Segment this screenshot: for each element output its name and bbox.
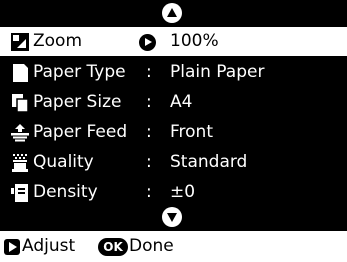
paper-size-icon bbox=[12, 94, 29, 112]
done-hint-label: Done bbox=[129, 236, 174, 256]
button-guide-bar: Adjust OK Done bbox=[0, 231, 347, 262]
menu-item-value: 100% bbox=[170, 31, 219, 51]
paper-feed-icon bbox=[11, 124, 29, 142]
menu-item-value: Standard bbox=[170, 152, 248, 172]
menu-item-paper-type[interactable]: Paper Type : Plain Paper bbox=[0, 58, 347, 87]
paper-type-icon bbox=[13, 64, 28, 82]
menu-item-separator: : bbox=[146, 122, 152, 142]
zoom-icon bbox=[11, 33, 29, 51]
menu-item-value: A4 bbox=[170, 92, 193, 112]
menu-item-value: Front bbox=[170, 122, 213, 142]
menu-item-paper-feed[interactable]: Paper Feed : Front bbox=[0, 118, 347, 147]
menu-item-zoom[interactable]: Zoom 100% bbox=[0, 27, 347, 56]
adjust-arrow-icon[interactable] bbox=[139, 34, 156, 51]
menu-item-separator: : bbox=[146, 152, 152, 172]
menu-item-quality[interactable]: Quality : Standard bbox=[0, 148, 347, 177]
menu-item-label: Quality bbox=[33, 152, 94, 172]
density-icon bbox=[11, 184, 28, 202]
menu-item-label: Paper Type bbox=[33, 62, 126, 82]
menu-item-value: ±0 bbox=[170, 182, 196, 202]
right-arrow-button-icon bbox=[4, 239, 20, 255]
scroll-up-icon[interactable] bbox=[162, 3, 182, 23]
adjust-hint-label: Adjust bbox=[22, 236, 76, 256]
menu-item-label: Zoom bbox=[33, 31, 83, 51]
menu-item-separator: : bbox=[146, 62, 152, 82]
menu-item-density[interactable]: Density : ±0 bbox=[0, 178, 347, 207]
menu-item-label: Paper Size bbox=[33, 92, 122, 112]
ok-button-icon: OK bbox=[98, 238, 128, 256]
quality-icon bbox=[12, 154, 28, 172]
scroll-down-icon[interactable] bbox=[162, 207, 182, 227]
menu-item-label: Density bbox=[33, 182, 98, 202]
menu-item-label: Paper Feed bbox=[33, 122, 128, 142]
menu-item-separator: : bbox=[146, 182, 152, 202]
lcd-menu-screen: Zoom 100% Paper Type : Plain Paper Paper… bbox=[0, 0, 347, 231]
menu-item-value: Plain Paper bbox=[170, 62, 265, 82]
menu-item-separator: : bbox=[146, 92, 152, 112]
menu-item-paper-size[interactable]: Paper Size : A4 bbox=[0, 88, 347, 117]
